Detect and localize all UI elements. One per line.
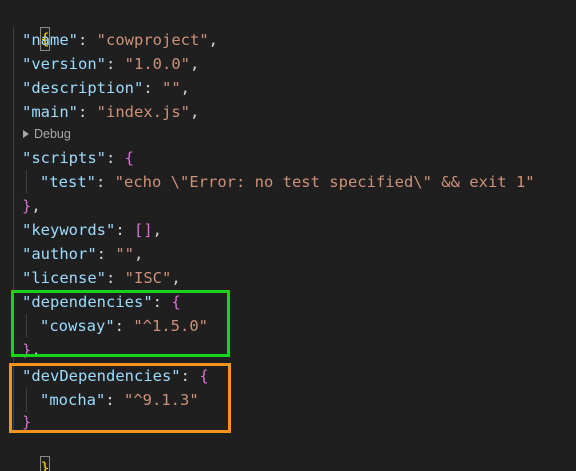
code-editor[interactable]: { "name": "cowproject", "version": "1.0.… xyxy=(0,0,576,471)
json-value: "" xyxy=(162,79,181,97)
json-value: "ISC" xyxy=(124,269,172,287)
code-line-version: "version": "1.0.0", xyxy=(22,55,200,73)
json-key: "main" xyxy=(22,103,78,121)
code-line-name: "name": "cowproject", xyxy=(22,31,218,49)
debug-codelens-label: Debug xyxy=(34,127,71,141)
json-key: "keywords" xyxy=(22,221,116,239)
dependencies-highlight-box xyxy=(11,290,230,357)
json-value: "1.0.0" xyxy=(124,55,190,73)
json-key: "description" xyxy=(22,79,144,97)
code-line-scripts: "scripts": { xyxy=(22,149,135,167)
code-line-scripts-close: }, xyxy=(22,197,41,215)
code-line-open-brace: { xyxy=(3,3,50,51)
code-line-close-brace: } xyxy=(3,432,50,471)
json-value: "" xyxy=(115,245,134,263)
json-key: "author" xyxy=(22,245,97,263)
devdependencies-highlight-box xyxy=(9,363,231,433)
json-key: "version" xyxy=(22,55,106,73)
debug-codelens[interactable]: Debug xyxy=(23,125,71,143)
code-line-description: "description": "", xyxy=(22,79,191,97)
json-key: "name" xyxy=(22,31,78,49)
json-value: "index.js" xyxy=(96,103,190,121)
root-close-brace: } xyxy=(40,456,50,471)
json-value: [] xyxy=(134,221,153,239)
json-value: "cowproject" xyxy=(96,31,209,49)
json-value: "echo \"Error: no test specified\" && ex… xyxy=(114,173,535,191)
code-line-test: "test": "echo \"Error: no test specified… xyxy=(40,173,535,191)
code-line-author: "author": "", xyxy=(22,245,144,263)
json-key: "test" xyxy=(40,173,96,191)
play-icon xyxy=(23,129,29,138)
json-key: "license" xyxy=(22,269,106,287)
code-line-license: "license": "ISC", xyxy=(22,269,181,287)
code-line-main: "main": "index.js", xyxy=(22,103,200,121)
json-key: "scripts" xyxy=(22,149,106,167)
indent-guide-scripts xyxy=(26,170,27,194)
code-line-keywords: "keywords": [], xyxy=(22,221,163,239)
